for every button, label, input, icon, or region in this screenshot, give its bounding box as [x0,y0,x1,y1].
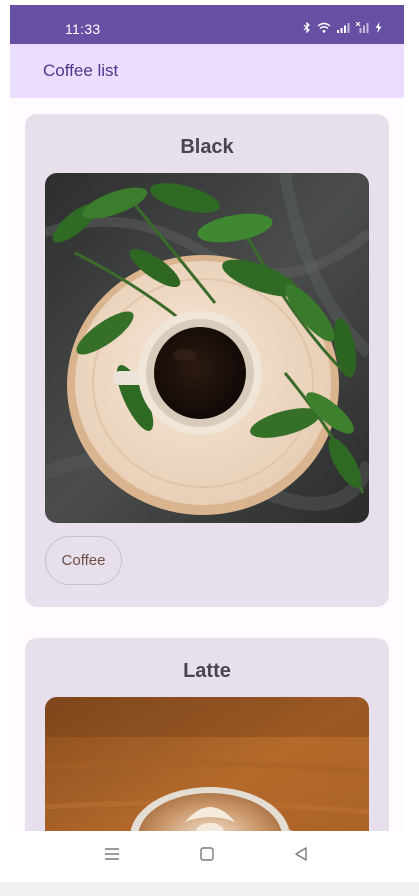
bluetooth-icon [303,22,311,33]
system-navigation-bar [10,831,404,882]
page-title: Coffee list [43,61,119,80]
top-app-bar: Coffee list [10,44,404,98]
coffee-list[interactable]: Black Coffee Latte [10,98,404,831]
coffee-card-latte[interactable]: Latte [25,638,389,831]
status-icons [303,22,382,33]
status-time: 11:33 [65,21,101,37]
coffee-card-title: Black [180,136,234,158]
signal-icon [337,22,350,33]
battery-charging-icon [375,22,382,33]
back-icon[interactable] [294,847,308,866]
home-icon[interactable] [200,847,214,866]
coffee-chip[interactable]: Coffee [45,536,122,585]
menu-icon[interactable] [104,847,120,866]
coffee-image [45,697,369,831]
phone-screen: 11:33 Coffee list Black Coffee Latte [10,5,404,882]
signal-no-service-icon [356,22,369,33]
wifi-icon [317,22,331,33]
status-bar: 11:33 [10,5,404,44]
coffee-card-title: Latte [183,660,231,682]
coffee-card-black[interactable]: Black Coffee [25,114,389,607]
bottom-edge [0,882,419,896]
coffee-image [45,173,369,523]
